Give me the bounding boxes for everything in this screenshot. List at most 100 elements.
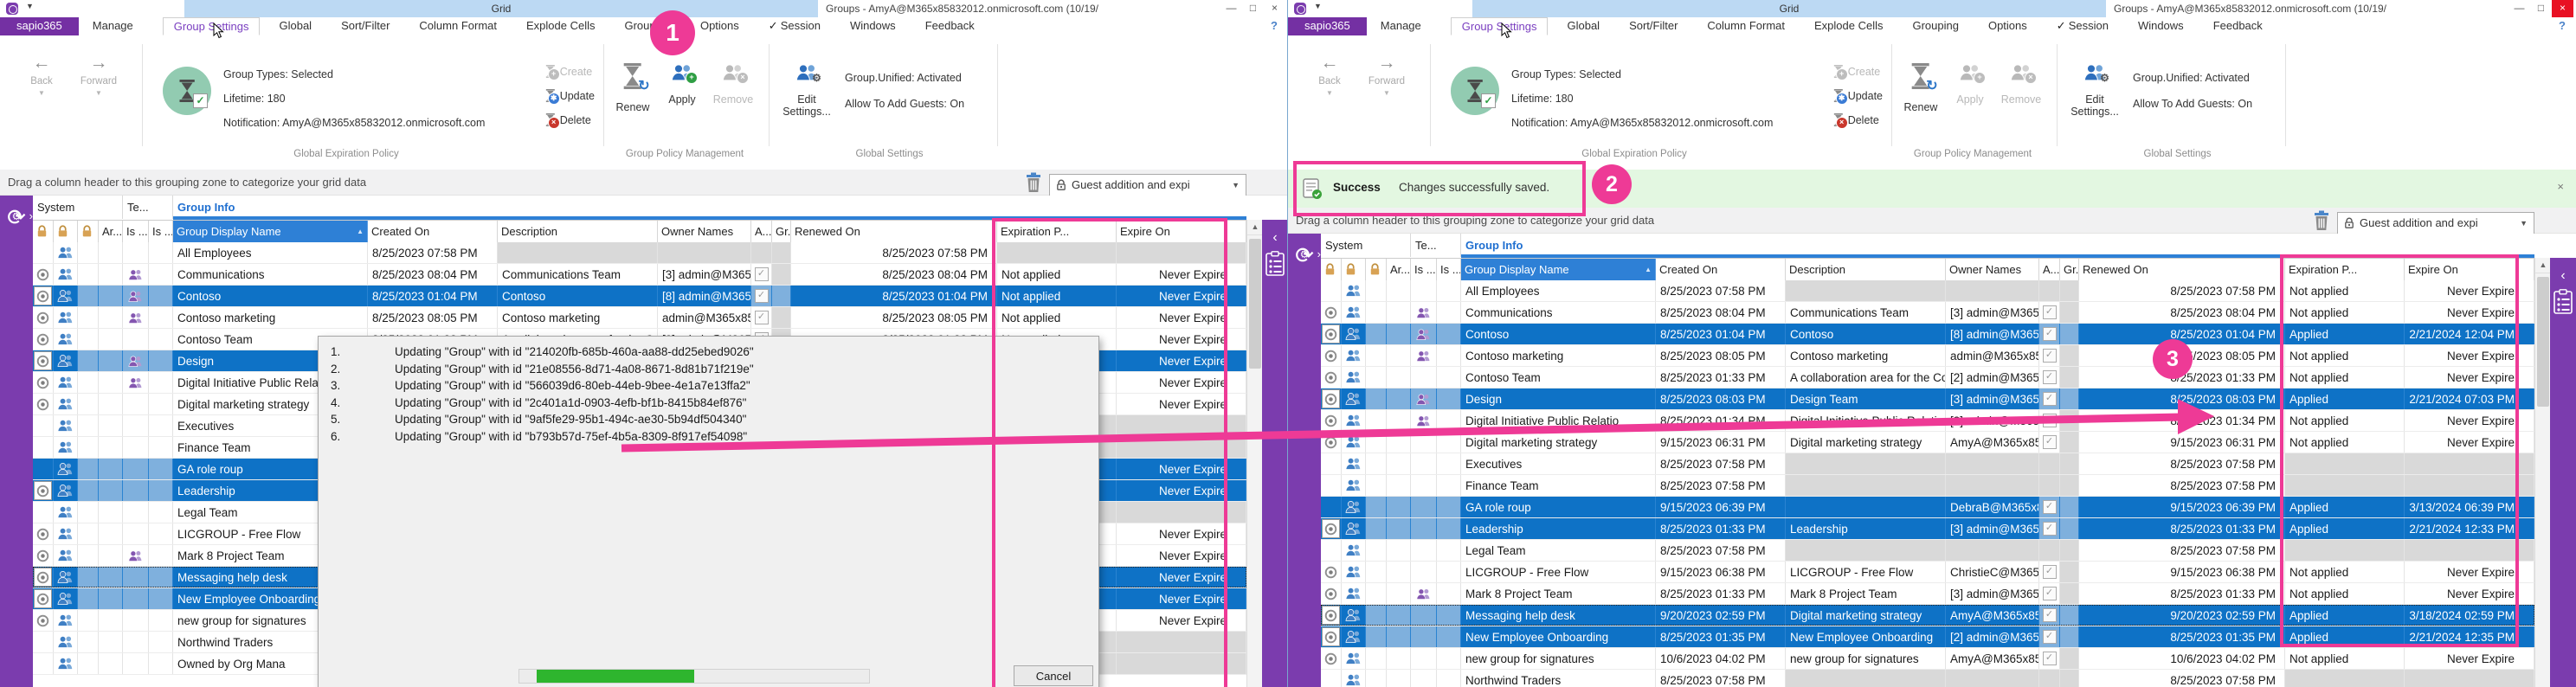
cell-exp[interactable] <box>2285 475 2405 496</box>
cell-radio[interactable] <box>33 610 54 631</box>
cell-ar[interactable] <box>99 545 123 566</box>
band-group-info[interactable]: Group Info <box>1461 234 2534 257</box>
column-header-owner[interactable]: Owner Names <box>1946 259 2039 281</box>
column-header-renewed[interactable]: Renewed On <box>791 221 997 243</box>
cell-radio[interactable] <box>33 632 54 652</box>
cell-ar[interactable] <box>1387 302 1411 323</box>
forward-button[interactable]: →Forward▼ <box>1364 55 1409 97</box>
cell-is1[interactable] <box>123 415 149 436</box>
cell-ar[interactable] <box>99 307 123 328</box>
column-header-created[interactable]: Created On <box>368 221 498 243</box>
cell-ar[interactable] <box>1387 388 1411 409</box>
cell-l3[interactable] <box>78 632 99 652</box>
cell-ar[interactable] <box>1387 324 1411 344</box>
cell-gr[interactable] <box>2060 367 2079 388</box>
cell-owner[interactable]: [2] admin@M365 <box>1946 626 2039 647</box>
cell-owner[interactable]: admin@M365x85 <box>658 307 751 328</box>
cell-radio[interactable] <box>1321 540 1342 561</box>
cell-people[interactable] <box>54 242 78 263</box>
cell-exp[interactable]: Applied <box>2285 626 2405 647</box>
cell-owner[interactable] <box>1946 670 2039 687</box>
cell-exp[interactable] <box>2285 670 2405 687</box>
cell-is2[interactable] <box>149 459 173 479</box>
cell-ar[interactable] <box>99 588 123 609</box>
cell-renewed[interactable]: 9/15/2023 06:31 PM <box>2079 432 2285 453</box>
cell-is2[interactable] <box>1437 518 1461 539</box>
cell-exp[interactable]: Applied <box>2285 518 2405 539</box>
column-header-small[interactable]: Ar... <box>99 221 123 243</box>
grid-actions-icon[interactable]: ⟳ ⚙ › <box>1288 241 1321 279</box>
cell-owner[interactable]: [8] admin@M365 <box>1946 324 2039 344</box>
checkbox-checked[interactable]: ✓ <box>2043 349 2057 363</box>
tab-group-settings[interactable]: Group Settings <box>1451 17 1549 35</box>
cell-renewed[interactable]: 8/25/2023 07:58 PM <box>2079 280 2285 301</box>
tab-options[interactable]: Options <box>700 17 739 35</box>
cell-is1[interactable] <box>123 653 149 674</box>
cell-radio[interactable] <box>33 523 54 544</box>
cell-name[interactable]: Contoso Team <box>1461 367 1656 388</box>
column-header-desc[interactable]: Description <box>498 221 658 243</box>
cell-radio[interactable] <box>1321 453 1342 474</box>
cell-expire[interactable]: Never Expire <box>1117 588 1246 609</box>
delete-view-button[interactable] <box>1025 172 1042 197</box>
cell-name[interactable]: Communications <box>173 264 368 285</box>
cell-radio[interactable] <box>1321 324 1342 344</box>
cell-expire[interactable]: Never Expire <box>1117 264 1246 285</box>
cell-ar[interactable] <box>1387 453 1411 474</box>
cell-is1[interactable] <box>123 350 149 371</box>
cell-chk[interactable]: ✓ <box>2039 432 2060 453</box>
cell-is1[interactable] <box>123 502 149 523</box>
checkbox-checked[interactable]: ✓ <box>2043 630 2057 644</box>
cell-gr[interactable] <box>2060 432 2079 453</box>
cell-desc[interactable]: Contoso marketing <box>1786 345 1946 366</box>
cell-desc[interactable]: Communications Team <box>498 264 658 285</box>
cell-renewed[interactable]: 8/25/2023 01:04 PM <box>2079 324 2285 344</box>
cell-is1[interactable] <box>1411 626 1437 647</box>
scroll-up-button[interactable]: ▲ <box>2535 258 2551 273</box>
cell-is2[interactable] <box>149 567 173 587</box>
tab-feedback[interactable]: Feedback <box>2213 17 2263 35</box>
cell-people[interactable] <box>54 459 78 479</box>
cell-name[interactable]: Contoso <box>1461 324 1656 344</box>
cell-l3[interactable] <box>1366 280 1387 301</box>
cell-l3[interactable] <box>1366 497 1387 517</box>
cell-exp[interactable]: Not applied <box>2285 562 2405 582</box>
view-selector-dropdown[interactable]: Guest addition and expi▼ <box>1049 174 1246 196</box>
cell-owner[interactable]: [3] admin@M365 <box>1946 518 2039 539</box>
cell-exp[interactable]: Not applied <box>2285 410 2405 431</box>
cell-people[interactable] <box>1342 432 1366 453</box>
delete-policy-button[interactable]: ×Delete <box>1833 113 1879 126</box>
cell-is2[interactable] <box>149 610 173 631</box>
create-policy-button[interactable]: +Create <box>545 65 592 78</box>
cell-l3[interactable] <box>1366 670 1387 687</box>
cell-gr[interactable] <box>772 286 791 306</box>
cell-ar[interactable] <box>99 264 123 285</box>
cell-people[interactable] <box>1342 670 1366 687</box>
cell-ar[interactable] <box>1387 540 1411 561</box>
cell-is1[interactable] <box>123 480 149 501</box>
cell-created[interactable]: 9/15/2023 06:31 PM <box>1656 432 1786 453</box>
cell-people[interactable] <box>1342 518 1366 539</box>
expand-chevron-icon[interactable]: › <box>29 209 33 222</box>
cell-is2[interactable] <box>149 264 173 285</box>
cell-name[interactable]: Messaging help desk <box>1461 605 1656 626</box>
cell-renewed[interactable]: 8/25/2023 07:58 PM <box>2079 540 2285 561</box>
cell-people[interactable] <box>1342 497 1366 517</box>
cell-gr[interactable] <box>2060 497 2079 517</box>
column-header-small[interactable]: Is ... <box>149 221 173 243</box>
column-header-lock[interactable] <box>78 221 99 243</box>
close-button[interactable]: × <box>1264 0 1285 17</box>
column-header-small[interactable]: Ar... <box>1387 259 1411 281</box>
cell-is2[interactable] <box>149 588 173 609</box>
cell-chk[interactable]: ✓ <box>751 264 772 285</box>
cell-chk[interactable] <box>2039 475 2060 496</box>
cell-name[interactable]: Communications <box>1461 302 1656 323</box>
cell-gr[interactable] <box>772 264 791 285</box>
cell-renewed[interactable]: 8/25/2023 07:58 PM <box>2079 670 2285 687</box>
table-row[interactable]: New Employee Onboarding8/25/2023 01:35 P… <box>1321 626 2534 648</box>
cell-gr[interactable] <box>2060 475 2079 496</box>
cell-l3[interactable] <box>1366 518 1387 539</box>
checkbox-checked[interactable]: ✓ <box>2043 565 2057 579</box>
cell-chk[interactable] <box>2039 453 2060 474</box>
cell-created[interactable]: 8/25/2023 08:05 PM <box>368 307 498 328</box>
